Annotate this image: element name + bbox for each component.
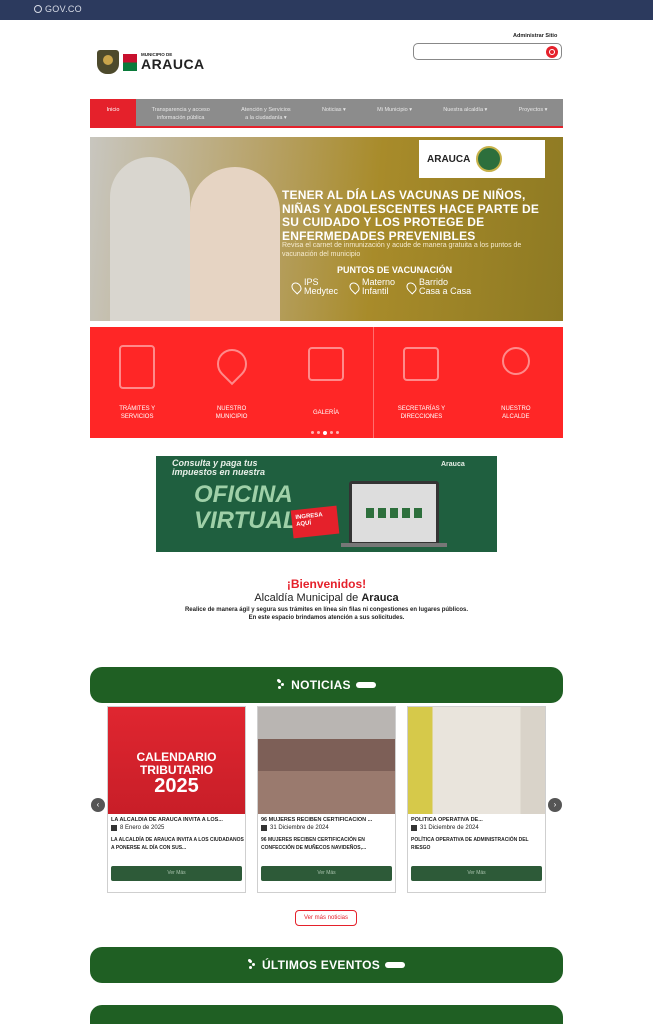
news-date: 8 Enero de 2025 bbox=[111, 825, 164, 831]
events-heading: ÚLTIMOS EVENTOS bbox=[261, 958, 381, 972]
news-description: POLÍTICA OPERATIVA DE ADMINISTRACIÓN DEL… bbox=[411, 837, 529, 851]
read-more-button[interactable]: Ver Más bbox=[261, 866, 392, 881]
slider-dot[interactable] bbox=[330, 431, 333, 434]
quick-link-galeria[interactable]: GALERÍA bbox=[279, 327, 373, 438]
gov-bar: GOV.CO bbox=[0, 0, 653, 20]
banner-title: OFICINA VIRTUAL bbox=[194, 481, 298, 535]
news-carousel: CALENDARIO TRIBUTARIO 2025 LA ALCALDÍA D… bbox=[107, 706, 547, 893]
vaccination-points: IPS Medytec Materno Infantil Barrido Casa a… bbox=[289, 278, 471, 296]
gov-co-icon bbox=[34, 5, 42, 13]
gov-co-label: GOV.CO bbox=[45, 4, 82, 14]
calendar-icon bbox=[411, 825, 417, 831]
spinner-icon bbox=[277, 679, 286, 691]
news-image: CALENDARIO TRIBUTARIO 2025 bbox=[108, 707, 245, 814]
banner-logo: Arauca bbox=[441, 461, 465, 468]
hero-logo-badge: ARAUCA bbox=[419, 140, 545, 178]
events-heading-bar: ÚLTIMOS EVENTOS bbox=[90, 947, 563, 983]
slider-dot[interactable] bbox=[336, 431, 339, 434]
news-heading: NOTICIAS bbox=[291, 678, 351, 692]
location-pin-icon bbox=[210, 342, 253, 386]
news-image bbox=[408, 707, 545, 814]
flag-icon bbox=[123, 53, 137, 71]
hero-slider[interactable]: ARAUCA TENER AL DÍA LAS VACUNAS DE NIÑOS… bbox=[90, 137, 563, 321]
news-title[interactable]: POLÍTICA OPERATIVA DE... bbox=[411, 817, 544, 823]
news-card[interactable]: 96 MUJERES RECIBEN CERTIFICACIÓN ... 31 … bbox=[257, 706, 396, 893]
gov-co-link[interactable]: GOV.CO bbox=[34, 4, 82, 14]
site-logo[interactable]: MUNICIPIO DE ARAUCA bbox=[97, 50, 205, 74]
news-card[interactable]: CALENDARIO TRIBUTARIO 2025 LA ALCALDÍA D… bbox=[107, 706, 246, 893]
coat-of-arms-icon bbox=[97, 50, 119, 74]
news-heading-bar: NOTICIAS bbox=[90, 667, 563, 703]
seal-icon bbox=[476, 146, 503, 172]
location-pin-icon bbox=[404, 279, 419, 295]
gallery-icon bbox=[308, 347, 345, 381]
welcome-title: ¡Bienvenidos! bbox=[286, 577, 367, 591]
logo-big-text: ARAUCA bbox=[141, 56, 205, 73]
hero-subtext: Revisa el carnet de inmunización y acude… bbox=[282, 242, 522, 259]
slider-dot[interactable] bbox=[317, 431, 320, 434]
monitor-icon bbox=[403, 347, 440, 381]
news-date: 31 Diciembre de 2024 bbox=[411, 825, 479, 831]
welcome-text: Realice de manera ágil y segura sus trám… bbox=[184, 607, 469, 622]
hero-headline: TENER AL DÍA LAS VACUNAS DE NIÑOS, NIÑAS… bbox=[282, 188, 540, 243]
banner-enter-tag[interactable]: INGRESA AQUÍ bbox=[290, 505, 340, 539]
next-section-bar bbox=[90, 1005, 563, 1024]
admin-site-link[interactable]: Administrar Sitio bbox=[513, 33, 557, 39]
nav-item-alcaldia[interactable]: Nuestra alcaldía ▾ bbox=[428, 99, 503, 126]
read-more-button[interactable]: Ver Más bbox=[411, 866, 542, 881]
quick-links: TRÁMITES Y SERVICIOS NUESTRO MUNICIPIO GAL… bbox=[90, 327, 563, 438]
slider-dot[interactable] bbox=[311, 431, 314, 434]
pill-decoration bbox=[385, 962, 406, 968]
location-pin-icon bbox=[347, 279, 362, 295]
search-icon[interactable] bbox=[546, 46, 558, 58]
news-date: 31 Diciembre de 2024 bbox=[261, 825, 329, 831]
virtual-office-banner[interactable]: Consulta y paga tus impuestos en nuestra … bbox=[156, 456, 497, 552]
pill-decoration bbox=[355, 682, 376, 688]
slider-dot-active[interactable] bbox=[323, 430, 327, 435]
news-description: LA ALCALDÍA DE ARAUCA INVITA A LOS CIUDA… bbox=[111, 837, 244, 851]
more-news-button[interactable]: Ver más noticias bbox=[295, 910, 357, 926]
read-more-button[interactable]: Ver Más bbox=[111, 866, 242, 881]
laptop-base bbox=[341, 543, 447, 547]
vaccination-point: IPS Medytec bbox=[289, 278, 338, 296]
calendar-icon bbox=[261, 825, 267, 831]
hero-points-title: PUNTOS DE VACUNACIÓN bbox=[337, 265, 453, 275]
carousel-next-arrow[interactable]: › bbox=[548, 798, 562, 812]
calendar-icon bbox=[111, 825, 117, 831]
news-image bbox=[258, 707, 395, 814]
location-pin-icon bbox=[289, 279, 304, 295]
quick-link-tramites[interactable]: TRÁMITES Y SERVICIOS bbox=[90, 327, 184, 438]
slider-dots[interactable] bbox=[311, 430, 339, 435]
main-nav: Inicio Transparencia y acceso información… bbox=[90, 99, 563, 128]
news-title[interactable]: LA ALCALDÍA DE ARAUCA INVITA A LOS... bbox=[111, 817, 244, 823]
nav-item-proyectos[interactable]: Proyectos ▾ bbox=[503, 99, 563, 126]
nav-item-inicio[interactable]: Inicio bbox=[90, 99, 136, 126]
vaccination-point: Materno Infantil bbox=[347, 278, 395, 296]
nav-item-noticias[interactable]: Noticias ▾ bbox=[306, 99, 361, 126]
nav-item-atencion[interactable]: Atención y Servicios a la ciudadanía ▾ bbox=[225, 99, 306, 126]
quick-link-alcalde[interactable]: NUESTRO ALCALDE bbox=[469, 327, 563, 438]
news-card[interactable]: POLÍTICA OPERATIVA DE... 31 Diciembre de… bbox=[407, 706, 546, 893]
nav-item-municipio[interactable]: Mi Municipio ▾ bbox=[361, 99, 427, 126]
vaccination-point: Barrido Casa a Casa bbox=[404, 278, 471, 296]
news-title[interactable]: 96 MUJERES RECIBEN CERTIFICACIÓN ... bbox=[261, 817, 394, 823]
laptop-icon bbox=[349, 481, 439, 545]
document-icon bbox=[119, 345, 156, 389]
hero-photo-nurse bbox=[110, 157, 190, 321]
nav-item-transparencia[interactable]: Transparencia y acceso información públic… bbox=[136, 99, 225, 126]
banner-lead-text: Consulta y paga tus impuestos en nuestra bbox=[172, 458, 266, 478]
welcome-section: ¡Bienvenidos! Alcaldía Municipal de Arau… bbox=[0, 577, 653, 623]
spinner-icon bbox=[247, 959, 257, 971]
person-icon bbox=[501, 347, 530, 375]
welcome-subtitle: Alcaldía Municipal de Arauca bbox=[254, 592, 399, 604]
hero-photo-patient bbox=[190, 167, 280, 321]
quick-link-municipio[interactable]: NUESTRO MUNICIPIO bbox=[184, 327, 278, 438]
news-description: 96 MUJERES RECIBEN CERTIFICACIÓN EN CONF… bbox=[261, 837, 367, 851]
search-box[interactable] bbox=[413, 43, 562, 60]
carousel-prev-arrow[interactable]: ‹ bbox=[91, 798, 105, 812]
quick-link-secretarias[interactable]: SECRETARÍAS Y DIRECCIONES bbox=[373, 327, 468, 438]
